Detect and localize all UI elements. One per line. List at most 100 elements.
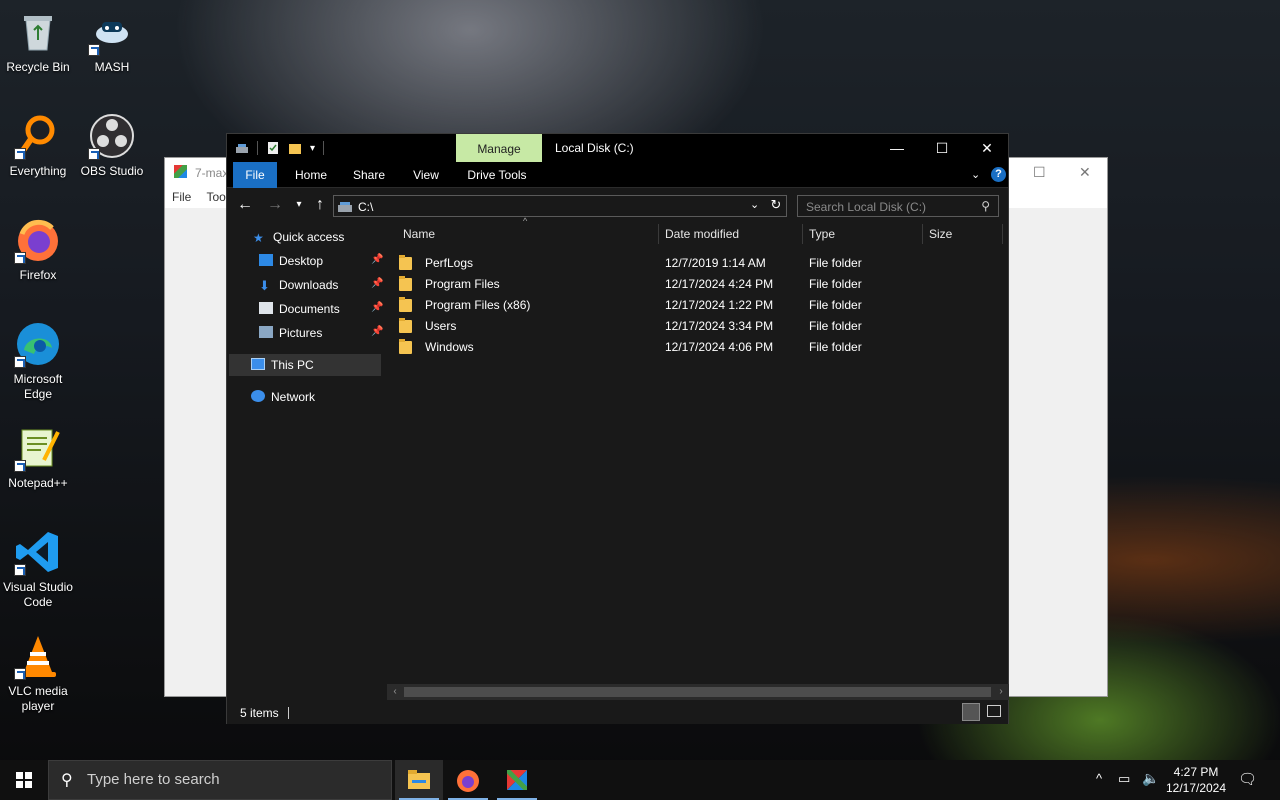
search-input[interactable] xyxy=(798,196,968,218)
recent-locations-icon[interactable]: ▾ xyxy=(289,195,309,215)
pictures-icon xyxy=(259,326,273,338)
desktop-icon-mash[interactable]: MASH xyxy=(74,8,150,75)
desktop-icon-firefox[interactable]: Firefox xyxy=(0,216,76,283)
volume-icon[interactable]: 🔈 xyxy=(1142,770,1159,800)
pin-icon[interactable]: 📌 xyxy=(371,326,383,337)
search-box[interactable]: ⚲ xyxy=(797,195,999,218)
column-type[interactable]: Type xyxy=(803,222,921,246)
column-separator[interactable] xyxy=(1002,224,1003,244)
desktop-icon-vscode[interactable]: Visual Studio Code xyxy=(0,528,76,610)
maximize-icon[interactable]: ☐ xyxy=(1033,164,1046,181)
help-icon[interactable]: ? xyxy=(991,167,1006,182)
tab-file[interactable]: File xyxy=(233,162,277,188)
nav-downloads[interactable]: ⬇ Downloads xyxy=(259,274,338,296)
drive-icon xyxy=(236,144,248,153)
folder-icon xyxy=(399,255,412,270)
back-arrow-icon[interactable]: ← xyxy=(235,195,255,215)
details-view-icon[interactable] xyxy=(962,703,980,721)
row-name: PerfLogs xyxy=(425,256,474,270)
taskbar-7zip[interactable] xyxy=(493,760,541,800)
desktop-icon-label: OBS Studio xyxy=(80,164,144,178)
scroll-left-icon[interactable]: ‹ xyxy=(387,684,403,700)
nav-quick-access[interactable]: ★ Quick access xyxy=(253,226,344,248)
desktop-icon-everything[interactable]: Everything xyxy=(0,112,76,179)
desktop-icon-label: MASH xyxy=(94,60,130,74)
nav-network[interactable]: Network xyxy=(251,386,315,408)
address-value[interactable]: C:\ xyxy=(358,200,373,214)
forward-arrow-icon[interactable]: → xyxy=(265,195,285,215)
notifications-icon[interactable]: 🗨 xyxy=(1238,770,1257,800)
scroll-right-icon[interactable]: › xyxy=(993,684,1009,700)
desktop-icon-obs-studio[interactable]: OBS Studio xyxy=(74,112,150,179)
folder-icon xyxy=(399,339,412,354)
menu-file[interactable]: File xyxy=(172,190,191,204)
search-icon[interactable]: ⚲ xyxy=(981,199,990,213)
row-type: File folder xyxy=(809,298,862,312)
row-type: File folder xyxy=(809,256,862,270)
close-icon[interactable]: ✕ xyxy=(1079,164,1091,181)
desktop-icon-label: Everything xyxy=(9,164,67,178)
taskbar-search[interactable]: ⚲ xyxy=(48,760,392,800)
desktop-icon-recycle-bin[interactable]: Recycle Bin xyxy=(0,8,76,75)
taskbar-firefox[interactable] xyxy=(444,760,492,800)
refresh-icon[interactable]: ↻ xyxy=(766,195,786,215)
drive-icon xyxy=(338,202,352,212)
navigation-pane: ★ Quick access Desktop 📌 ⬇ Downloads 📌 Doc… xyxy=(227,222,383,702)
7zip-logo-icon xyxy=(507,770,527,790)
large-icons-view-icon[interactable] xyxy=(987,705,1001,717)
taskbar-file-explorer[interactable] xyxy=(395,760,443,800)
table-row[interactable]: Windows 12/17/2024 4:06 PM File folder xyxy=(399,337,999,358)
clock[interactable]: 4:27 PM 12/17/2024 xyxy=(1160,764,1232,796)
column-size[interactable]: Size xyxy=(923,222,1003,246)
nav-pictures[interactable]: Pictures xyxy=(259,322,322,344)
column-name[interactable]: Name xyxy=(397,222,657,246)
desktop-icon-label: VLC media player xyxy=(8,684,68,713)
customize-qat-icon[interactable]: ▾ xyxy=(310,143,315,154)
horizontal-scrollbar[interactable]: ‹ › xyxy=(387,684,1009,700)
scrollbar-thumb[interactable] xyxy=(404,687,991,697)
tab-drive-tools[interactable]: Drive Tools xyxy=(461,162,533,188)
pin-icon[interactable]: 📌 xyxy=(371,254,383,265)
notepadpp-icon xyxy=(14,424,62,472)
desktop-icon-notepadpp[interactable]: Notepad++ xyxy=(0,424,76,491)
properties-icon[interactable] xyxy=(266,141,280,155)
expand-ribbon-icon[interactable]: ⌄ xyxy=(971,168,980,181)
address-bar[interactable]: C:\ ⌄ xyxy=(333,195,787,217)
maximize-icon[interactable]: ☐ xyxy=(919,134,965,162)
recycle-bin-icon xyxy=(14,8,62,56)
row-date: 12/17/2024 3:34 PM xyxy=(665,319,774,333)
pin-icon[interactable]: 📌 xyxy=(371,278,383,289)
tab-share[interactable]: Share xyxy=(345,162,393,188)
folder-icon xyxy=(399,297,412,312)
address-dropdown-icon[interactable]: ⌄ xyxy=(750,198,759,211)
start-button[interactable] xyxy=(0,760,48,800)
table-row[interactable]: Users 12/17/2024 3:34 PM File folder xyxy=(399,316,999,337)
shortcut-arrow-icon xyxy=(88,44,100,56)
table-row[interactable]: Program Files (x86) 12/17/2024 1:22 PM F… xyxy=(399,295,999,316)
minimize-icon[interactable]: — xyxy=(874,134,920,162)
nav-documents[interactable]: Documents xyxy=(259,298,340,320)
network-status-icon[interactable]: ▭ xyxy=(1118,771,1130,800)
desktop-icon-vlc[interactable]: VLC media player xyxy=(0,632,76,714)
tab-manage[interactable]: Manage xyxy=(456,134,542,162)
desktop-icon-label: Notepad++ xyxy=(8,476,68,490)
desktop-icon-label: Recycle Bin xyxy=(6,60,70,74)
table-row[interactable]: Program Files 12/17/2024 4:24 PM File fo… xyxy=(399,274,999,295)
tab-view[interactable]: View xyxy=(403,162,449,188)
table-row[interactable]: PerfLogs 12/7/2019 1:14 AM File folder xyxy=(399,253,999,274)
up-arrow-icon[interactable]: ↑ xyxy=(310,195,330,215)
row-date: 12/17/2024 1:22 PM xyxy=(665,298,774,312)
tab-home[interactable]: Home xyxy=(287,162,335,188)
nav-desktop[interactable]: Desktop xyxy=(259,250,323,272)
file-explorer-window[interactable]: ▾ Manage Local Disk (C:) — ☐ ✕ File Home… xyxy=(226,133,1009,724)
pin-icon[interactable]: 📌 xyxy=(371,302,383,313)
windows-logo-icon xyxy=(16,772,32,788)
taskbar-search-input[interactable] xyxy=(87,771,377,788)
close-icon[interactable]: ✕ xyxy=(964,134,1010,162)
new-folder-icon[interactable] xyxy=(288,141,302,155)
column-date-modified[interactable]: Date modified xyxy=(659,222,801,246)
nav-this-pc[interactable]: This PC xyxy=(251,354,314,376)
show-hidden-icons-icon[interactable]: ^ xyxy=(1096,771,1102,800)
desktop-icon-edge[interactable]: Microsoft Edge xyxy=(0,320,76,402)
row-type: File folder xyxy=(809,319,862,333)
